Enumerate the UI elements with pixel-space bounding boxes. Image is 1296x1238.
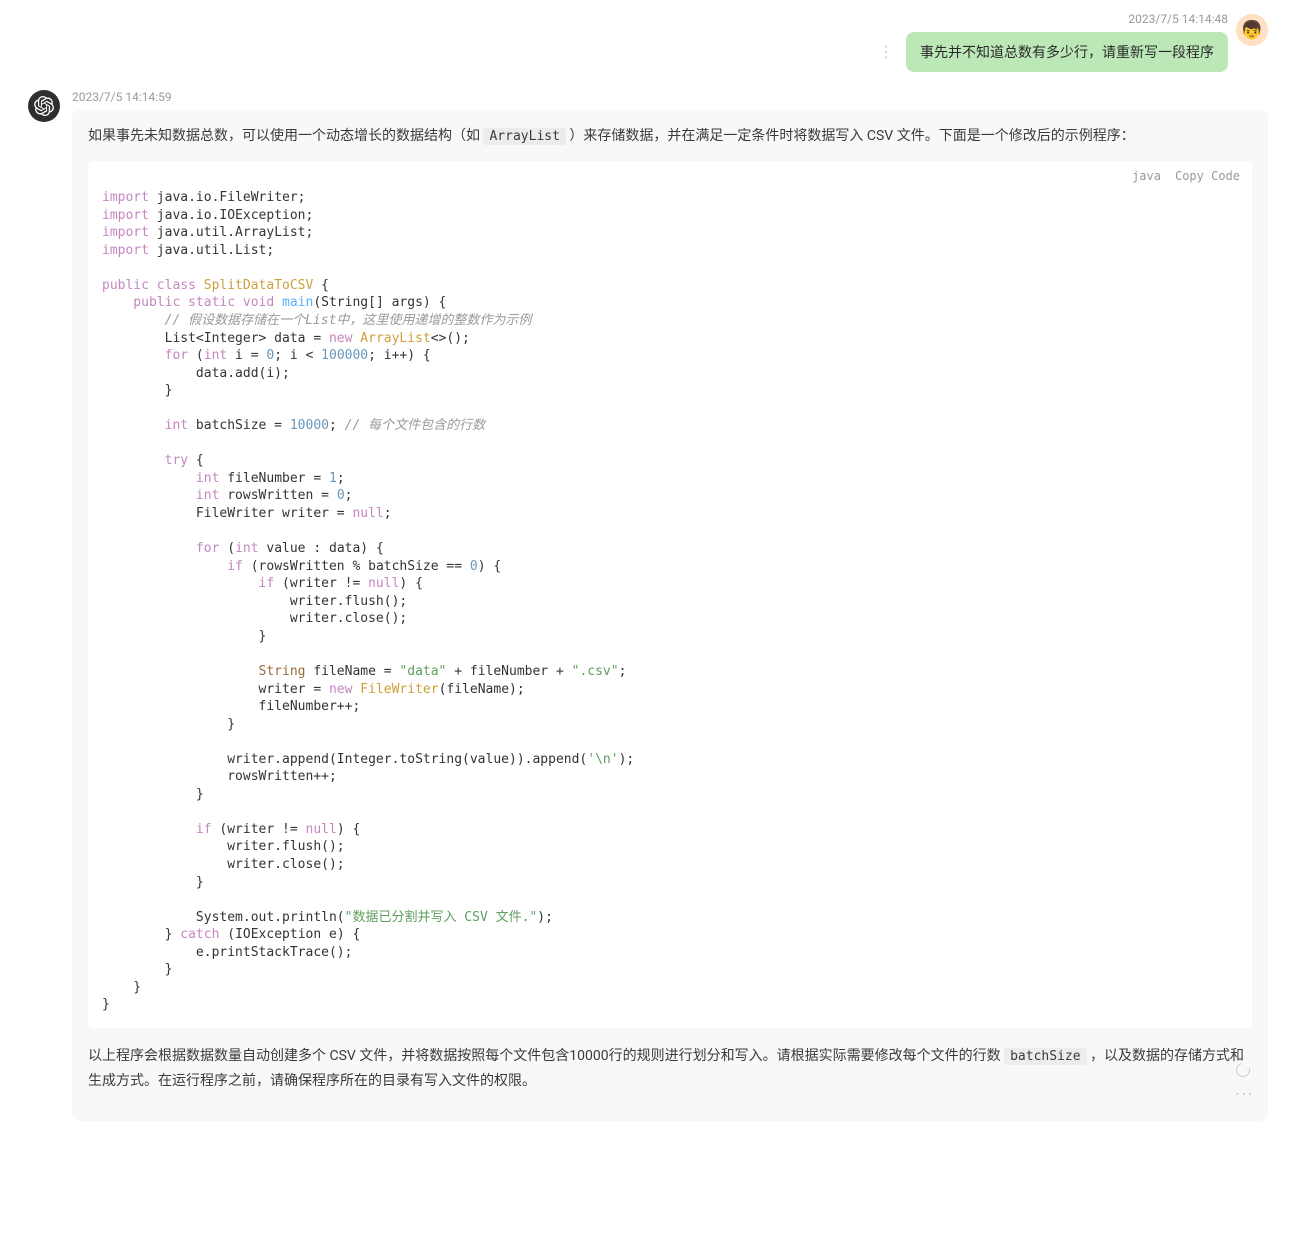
- user-timestamp: 2023/7/5 14:14:48: [1128, 12, 1228, 26]
- inline-code-batchsize: batchSize: [1004, 1048, 1086, 1065]
- assistant-message-row: 2023/7/5 14:14:59 如果事先未知数据总数，可以使用一个动态增长的…: [28, 90, 1268, 1121]
- user-message-content: 2023/7/5 14:14:48 ⋮ 事先并不知道总数有多少行，请重新写一段程…: [874, 12, 1228, 72]
- more-icon[interactable]: ⋮: [874, 44, 898, 60]
- regenerate-icon[interactable]: [1233, 1061, 1252, 1080]
- intro-text-a: 如果事先未知数据总数，可以使用一个动态增长的数据结构（如: [88, 128, 483, 144]
- intro-text-b: ）来存储数据，并在满足一定条件时将数据写入 CSV 文件。下面是一个修改后的示例…: [566, 128, 1135, 144]
- more-icon[interactable]: ⋮: [1234, 1085, 1252, 1103]
- user-bubble: 事先并不知道总数有多少行，请重新写一段程序: [906, 32, 1228, 72]
- copy-code-button[interactable]: Copy Code: [1175, 169, 1240, 183]
- message-actions: ⋮: [1234, 1063, 1252, 1103]
- code-header: java Copy Code: [88, 161, 1252, 183]
- openai-icon: [34, 96, 54, 116]
- outro-text-a: 以上程序会根据数据数量自动创建多个 CSV 文件，并将数据按照每个文件包含100…: [88, 1048, 1004, 1064]
- intro-paragraph: 如果事先未知数据总数，可以使用一个动态增长的数据结构（如 ArrayList ）…: [88, 124, 1252, 149]
- user-avatar: 👦: [1236, 14, 1268, 46]
- assistant-content: 2023/7/5 14:14:59 如果事先未知数据总数，可以使用一个动态增长的…: [72, 90, 1268, 1121]
- outro-paragraph: 以上程序会根据数据数量自动创建多个 CSV 文件，并将数据按照每个文件包含100…: [88, 1044, 1252, 1094]
- inline-code-arraylist: ArrayList: [483, 128, 565, 145]
- code-lang-label: java: [1132, 169, 1161, 183]
- code-body: import java.io.FileWriter; import java.i…: [88, 183, 1252, 1028]
- user-message-row: 2023/7/5 14:14:48 ⋮ 事先并不知道总数有多少行，请重新写一段程…: [28, 12, 1268, 72]
- assistant-bubble: 如果事先未知数据总数，可以使用一个动态增长的数据结构（如 ArrayList ）…: [72, 110, 1268, 1121]
- assistant-timestamp: 2023/7/5 14:14:59: [72, 90, 1268, 104]
- assistant-avatar: [28, 90, 60, 122]
- code-block: java Copy Code import java.io.FileWriter…: [88, 161, 1252, 1028]
